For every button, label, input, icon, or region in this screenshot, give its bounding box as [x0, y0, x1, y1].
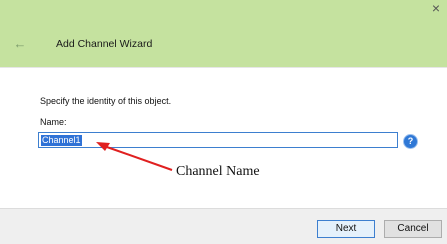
annotation-label: Channel Name [176, 164, 260, 179]
annotation-arrow [96, 142, 173, 171]
cancel-button[interactable]: Cancel [384, 220, 442, 238]
next-button[interactable]: Next [317, 220, 375, 238]
wizard-footer: Next Cancel [0, 208, 447, 244]
